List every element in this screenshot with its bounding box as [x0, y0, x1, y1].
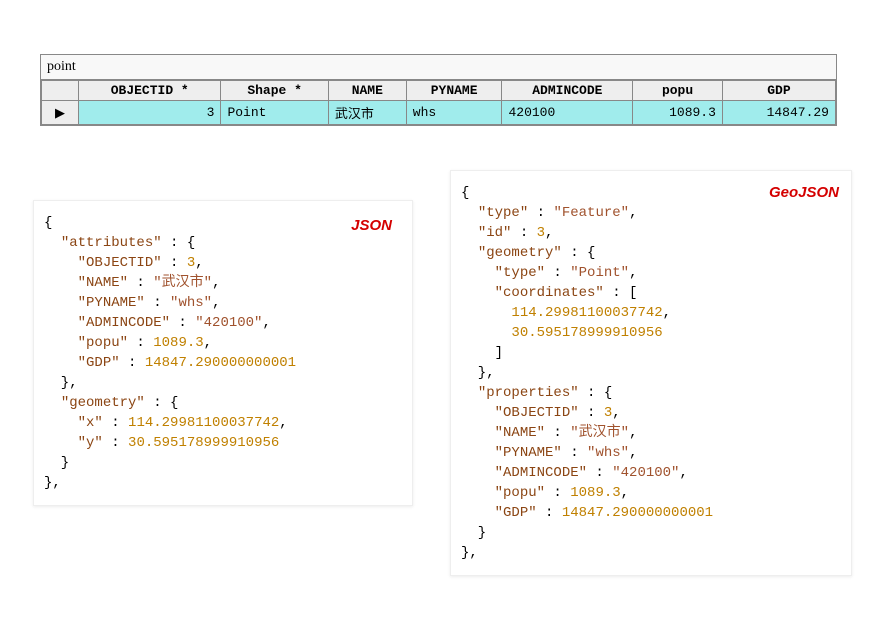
attribute-table: point OBJECTID * Shape * NAME PYNAME ADM…: [40, 54, 837, 126]
cell-popu: 1089.3: [633, 101, 723, 125]
json-label: JSON: [351, 216, 392, 236]
col-shape[interactable]: Shape *: [221, 81, 328, 101]
cell-gdp: 14847.29: [722, 101, 835, 125]
col-gdp[interactable]: GDP: [722, 81, 835, 101]
cell-name: 武汉市: [328, 101, 406, 125]
col-admincode[interactable]: ADMINCODE: [502, 81, 633, 101]
json-code-block: JSON{ "attributes" : { "OBJECTID" : 3, "…: [33, 200, 413, 506]
col-popu[interactable]: popu: [633, 81, 723, 101]
col-pyname[interactable]: PYNAME: [406, 81, 502, 101]
cell-shape: Point: [221, 101, 328, 125]
table-row[interactable]: ▶ 3 Point 武汉市 whs 420100 1089.3 14847.29: [42, 101, 836, 125]
table-corner: [42, 81, 79, 101]
col-name[interactable]: NAME: [328, 81, 406, 101]
table-title: point: [41, 55, 836, 80]
data-table: OBJECTID * Shape * NAME PYNAME ADMINCODE…: [41, 80, 836, 125]
col-objectid[interactable]: OBJECTID *: [79, 81, 221, 101]
row-marker: ▶: [42, 101, 79, 125]
geojson-code-block: GeoJSON{ "type" : "Feature", "id" : 3, "…: [450, 170, 852, 576]
geojson-label: GeoJSON: [769, 183, 839, 203]
cell-pyname: whs: [406, 101, 502, 125]
cell-objectid: 3: [79, 101, 221, 125]
cell-admincode: 420100: [502, 101, 633, 125]
